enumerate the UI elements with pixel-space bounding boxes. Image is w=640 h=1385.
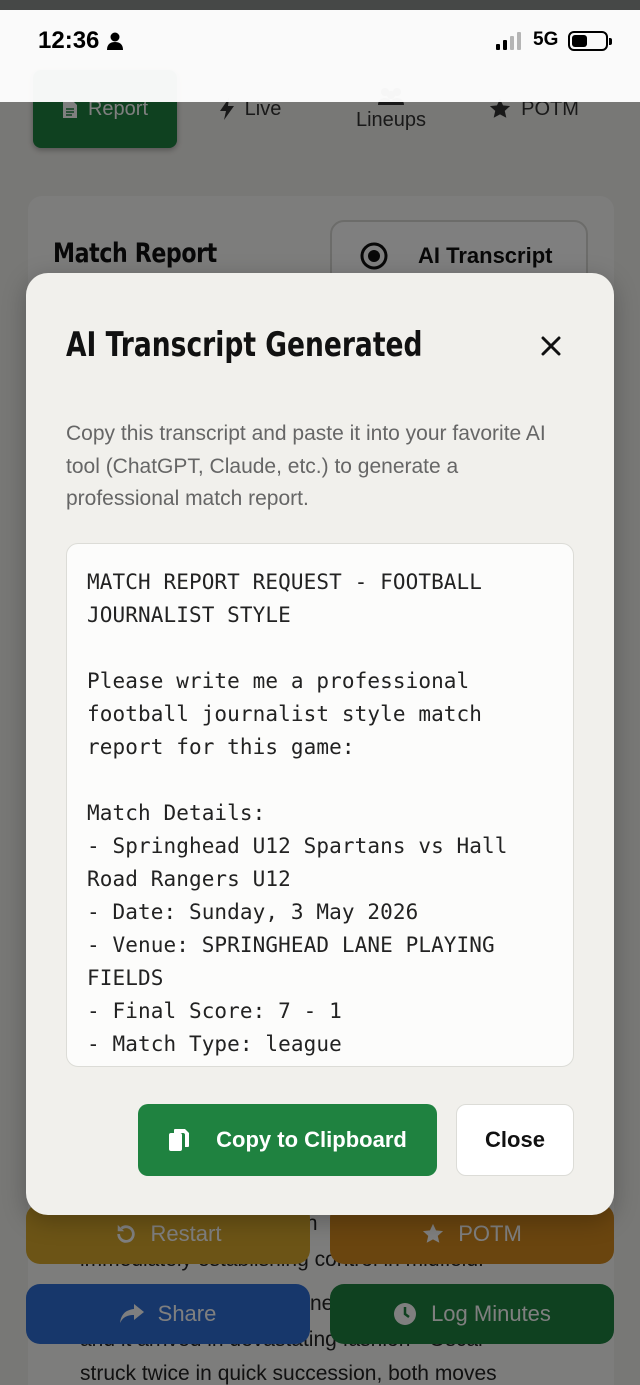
status-bar: 12:36 5G <box>0 10 640 102</box>
modal-description: Copy this transcript and paste it into y… <box>66 422 546 510</box>
copy-to-clipboard-button[interactable]: Copy to Clipboard <box>138 1104 437 1176</box>
person-icon <box>107 32 124 50</box>
copy-icon <box>169 1129 190 1151</box>
modal-title: AI Transcript Generated <box>66 325 423 365</box>
close-label: Close <box>485 1127 545 1152</box>
transcript-box[interactable]: MATCH REPORT REQUEST - FOOTBALL JOURNALI… <box>66 543 574 1067</box>
close-button[interactable]: Close <box>456 1104 574 1176</box>
transcript-text: MATCH REPORT REQUEST - FOOTBALL JOURNALI… <box>87 570 508 1056</box>
network-type: 5G <box>533 29 559 50</box>
close-icon[interactable] <box>533 328 569 364</box>
battery-icon <box>568 31 612 51</box>
time-text: 12:36 <box>38 27 100 54</box>
copy-label: Copy to Clipboard <box>216 1127 407 1152</box>
ai-transcript-modal: AI Transcript Generated Copy this transc… <box>26 273 614 1215</box>
status-time: 12:36 <box>38 27 124 55</box>
signal-icon <box>496 32 521 50</box>
